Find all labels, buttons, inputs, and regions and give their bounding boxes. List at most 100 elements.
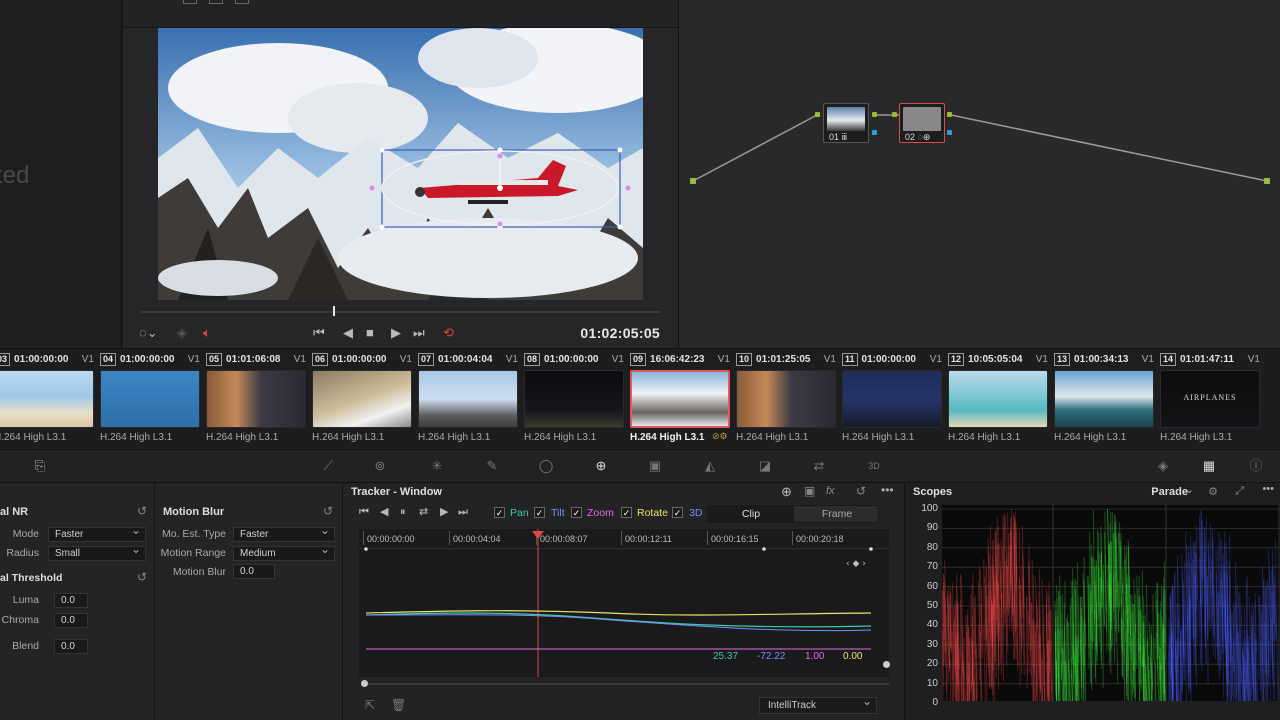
tilt-checkbox[interactable]: ✓ <box>534 507 545 518</box>
tracker-stabilize-icon[interactable]: ▣ <box>804 484 815 498</box>
viewer-split-icon[interactable] <box>209 0 223 4</box>
viewer-options-icon[interactable]: ◌⌄ <box>139 326 158 340</box>
scrubber-playhead[interactable] <box>333 306 336 316</box>
scopes-title: Scopes <box>913 486 953 498</box>
layers-icon[interactable]: ◈ <box>177 326 187 340</box>
clip-thumbnail-03[interactable]: 0301:00:00:00 V1 H.264 High L3.1 <box>0 349 100 449</box>
threshold-reset-icon[interactable]: ↺ <box>137 570 147 584</box>
clip-timecode: 16:06:42:23 <box>650 354 705 365</box>
viewer-mode-icon[interactable] <box>183 0 197 4</box>
node02-out-port[interactable] <box>947 112 952 117</box>
viewer-timecode: 01:02:05:05 <box>580 325 660 341</box>
node01-in-port[interactable] <box>815 112 820 117</box>
track-pause-button[interactable]: ⏸︎ <box>400 505 406 519</box>
tracker-reset-icon[interactable]: ↺ <box>856 484 866 498</box>
delete-track-point-icon[interactable]: 🗑︎ <box>391 698 406 712</box>
node-editor[interactable]: 01 ⅲ 02 ◌⊕ <box>678 0 1280 348</box>
tracker-zoom-slider[interactable] <box>363 683 889 685</box>
lightbox-icon[interactable]: ⎘ <box>30 458 50 474</box>
add-track-point-icon[interactable]: ⇱ <box>365 698 375 712</box>
scope-mode-chevron-icon[interactable]: ⌄ <box>1185 483 1194 496</box>
luma-field[interactable]: 0.0 <box>54 593 88 608</box>
clip-thumbnail-12[interactable]: 12 10:05:05:04 V1 H.264 High L3.1 <box>948 349 1054 449</box>
node02-key-port[interactable] <box>947 130 952 135</box>
nr-mode-select[interactable]: Faster <box>48 524 146 542</box>
frame-mode-button[interactable]: Frame <box>794 506 880 522</box>
play-button[interactable]: ▶ <box>391 326 401 340</box>
clip-thumbnail-13[interactable]: 13 01:00:34:13 V1 H.264 High L3.1 <box>1054 349 1160 449</box>
blend-field[interactable]: 0.0 <box>54 639 88 654</box>
track-forward-button[interactable]: ▶ <box>440 505 448 519</box>
motion-blur-reset-icon[interactable]: ↺ <box>323 504 333 518</box>
track-to-start-icon[interactable]: ⏮︎ <box>359 505 369 519</box>
viewer-scrubber[interactable] <box>141 311 661 313</box>
clip-codec: H.264 High L3.1 <box>630 432 705 443</box>
clip-thumbnail-11[interactable]: 11 01:00:00:00 V1 H.264 High L3.1 <box>842 349 948 449</box>
track-to-end-icon[interactable]: ⏭︎ <box>458 505 468 519</box>
track-reverse-button[interactable]: ◀ <box>380 505 388 519</box>
stop-button[interactable]: ■ <box>366 326 374 340</box>
scope-expand-icon[interactable]: ⤢ <box>1235 485 1244 498</box>
viewer-wipe-icon[interactable] <box>235 0 249 4</box>
loop-icon[interactable]: ⟲ <box>443 326 454 340</box>
nr-reset-icon[interactable]: ↺ <box>137 504 147 518</box>
clip-thumbnail-10[interactable]: 10 01:01:25:05 V1 H.264 High L3.1 <box>736 349 842 449</box>
est-type-select[interactable]: Faster <box>233 524 335 542</box>
clip-number: 04 <box>100 353 117 366</box>
tracker-mode-select[interactable]: IntelliTrack <box>759 694 877 714</box>
blur-icon[interactable]: ◭ <box>700 458 720 474</box>
clip-codec: H.264 High L3.1 <box>312 432 385 443</box>
clip-thumbnail-14[interactable]: 14 01:01:47:11 V1 AIRPLANES H.264 High L3.1 <box>1160 349 1266 449</box>
key-icon[interactable]: ◪ <box>755 458 775 474</box>
mute-icon[interactable]: 🔈︎ <box>203 326 211 340</box>
scope-mode-select[interactable]: Parade <box>1151 486 1188 498</box>
hsl-qualifier-icon[interactable]: ✳ <box>427 458 447 474</box>
clip-thumbnail-06[interactable]: 06 01:00:00:00 V1 H.264 High L3.1 <box>312 349 418 449</box>
scopes-icon[interactable]: ▦ <box>1199 458 1219 474</box>
tracker-zoom-handle[interactable] <box>361 680 368 687</box>
rotate-checkbox[interactable]: ✓ <box>621 507 632 518</box>
clip-mode-button[interactable]: Clip <box>708 506 794 522</box>
clip-thumbnail-05[interactable]: 05 01:01:06:08 V1 H.264 High L3.1 <box>206 349 312 449</box>
curves-icon[interactable]: ⟋ <box>318 458 338 474</box>
clip-thumbnail-08[interactable]: 08 01:00:00:00 V1 H.264 High L3.1 <box>524 349 630 449</box>
track-both-ways-button[interactable]: ⇄ <box>419 505 428 519</box>
sizing-icon[interactable]: ⇄ <box>809 458 829 474</box>
go-to-start-button[interactable]: ⏮︎ <box>313 326 325 340</box>
tracker-graph[interactable]: 00:00:00:00 00:00:04:04 00:00:08:07 00:00:1… <box>359 529 889 677</box>
node01-key-port[interactable] <box>872 130 877 135</box>
viewer-image[interactable] <box>158 28 643 300</box>
nr-radius-select[interactable]: Small <box>48 543 146 561</box>
tracker-vzoom-handle[interactable] <box>883 661 890 668</box>
motion-range-select[interactable]: Medium <box>233 543 335 561</box>
tracker-crosshair-icon[interactable]: ⊕ <box>781 484 792 500</box>
tracker-fx-icon[interactable]: fx <box>826 485 835 497</box>
color-warper-icon[interactable]: ⊚ <box>370 458 390 474</box>
motion-blur-amount-field[interactable]: 0.0 <box>233 564 275 579</box>
reverse-play-button[interactable]: ◀ <box>343 326 353 340</box>
3d-icon[interactable]: 3D <box>864 458 884 474</box>
scope-settings-icon[interactable]: ⚙ <box>1208 485 1218 498</box>
scope-more-icon[interactable]: ••• <box>1262 483 1274 495</box>
keyframes-icon[interactable]: ◈ <box>1153 458 1173 474</box>
corrector-node-02[interactable]: 02 ◌⊕ <box>899 103 945 143</box>
zoom-checkbox[interactable]: ✓ <box>571 507 582 518</box>
clip-thumb-image <box>524 370 624 428</box>
magic-mask-icon[interactable]: ▣ <box>645 458 665 474</box>
node02-in-port[interactable] <box>892 112 897 117</box>
node01-out-port[interactable] <box>872 112 877 117</box>
chroma-field[interactable]: 0.0 <box>54 613 88 628</box>
3d-checkbox[interactable]: ✓ <box>672 507 683 518</box>
window-icon[interactable]: ◯ <box>536 458 556 474</box>
go-to-end-button[interactable]: ⏭︎ <box>413 326 425 340</box>
tracker-more-icon[interactable]: ••• <box>881 483 894 497</box>
source-input-port[interactable] <box>690 178 696 184</box>
output-port[interactable] <box>1264 178 1270 184</box>
info-icon[interactable]: ⓘ <box>1246 458 1266 474</box>
pan-checkbox[interactable]: ✓ <box>494 507 505 518</box>
clip-thumbnail-04[interactable]: 04 01:00:00:00 V1 H.264 High L3.1 <box>100 349 206 449</box>
clip-thumbnail-07[interactable]: 07 01:00:04:04 V1 H.264 High L3.1 <box>418 349 524 449</box>
qualifier-eyedropper-icon[interactable]: ✎ <box>482 458 502 474</box>
tracker-icon[interactable]: ⊕ <box>591 458 611 474</box>
corrector-node-01[interactable]: 01 ⅲ <box>823 103 869 143</box>
